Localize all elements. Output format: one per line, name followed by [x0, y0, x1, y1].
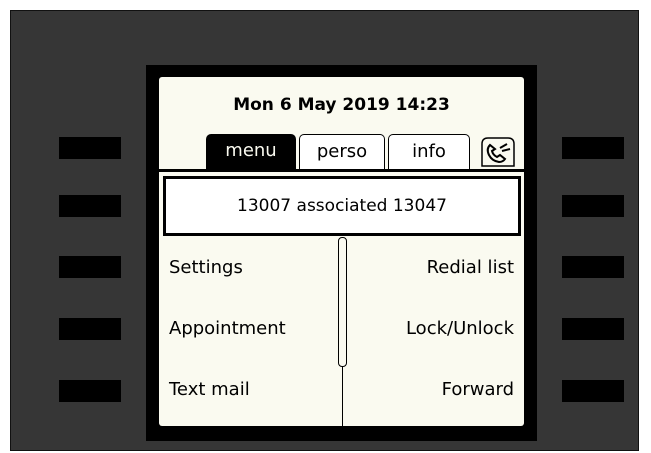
- tab-perso[interactable]: perso: [299, 134, 385, 169]
- phone-display: Mon 6 May 2019 14:23 menu perso info 130…: [159, 77, 524, 426]
- menu-item-appointment[interactable]: Appointment: [169, 318, 286, 339]
- softkey-left-1[interactable]: [59, 137, 121, 159]
- date-time: Mon 6 May 2019 14:23: [233, 95, 450, 115]
- tab-menu[interactable]: menu: [206, 134, 296, 169]
- menu-item-redial-list[interactable]: Redial list: [427, 257, 514, 278]
- tab-info[interactable]: info: [388, 134, 470, 169]
- menu-item-text-mail[interactable]: Text mail: [169, 379, 250, 400]
- menu-item-forward[interactable]: Forward: [442, 379, 514, 400]
- softkey-right-4[interactable]: [562, 318, 624, 340]
- association-status: 13007 associated 13047: [163, 176, 521, 236]
- softkey-right-2[interactable]: [562, 195, 624, 217]
- softkey-left-3[interactable]: [59, 256, 121, 278]
- scrollbar[interactable]: [338, 237, 347, 367]
- menu-item-settings[interactable]: Settings: [169, 257, 243, 278]
- menu-item-lock-unlock[interactable]: Lock/Unlock: [406, 318, 514, 339]
- softkey-left-4[interactable]: [59, 318, 121, 340]
- softkey-right-5[interactable]: [562, 380, 624, 402]
- softkey-left-5[interactable]: [59, 380, 121, 402]
- softkey-right-3[interactable]: [562, 256, 624, 278]
- softkey-right-1[interactable]: [562, 137, 624, 159]
- handset-icon: [481, 137, 515, 167]
- softkey-left-2[interactable]: [59, 195, 121, 217]
- tab-underline: [159, 169, 524, 172]
